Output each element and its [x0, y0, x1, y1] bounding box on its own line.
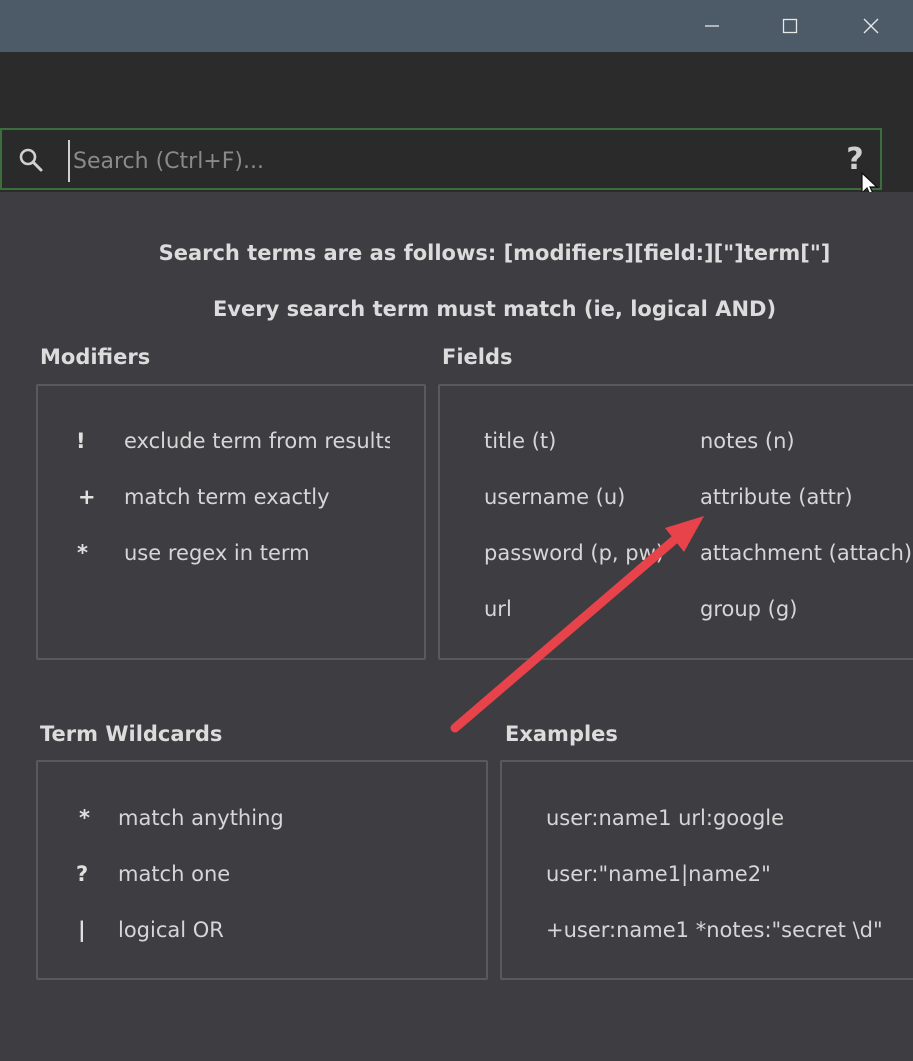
maximize-icon — [782, 18, 798, 34]
modifier-symbol: ! — [76, 429, 86, 453]
field-item: notes (n) — [700, 429, 795, 453]
wildcard-text: match one — [118, 862, 231, 886]
field-item: title (t) — [484, 429, 557, 453]
field-item: username (u) — [484, 485, 626, 509]
examples-box: user:name1 url:google user:"name1|name2"… — [500, 760, 913, 980]
modifiers-title: Modifiers — [40, 345, 151, 369]
fields-title: Fields — [442, 345, 513, 369]
example-item: user:"name1|name2" — [546, 862, 771, 886]
close-icon — [863, 18, 879, 34]
modifier-text: exclude term from results — [124, 429, 390, 453]
maximize-button[interactable] — [764, 0, 816, 52]
example-item: +user:name1 *notes:"secret \d" — [546, 918, 883, 942]
minimize-icon — [705, 25, 719, 27]
wildcard-symbol: ? — [76, 862, 89, 886]
modifiers-box: ! exclude term from results + match term… — [36, 384, 426, 660]
window-title-bar — [0, 0, 913, 52]
search-input[interactable] — [68, 140, 775, 182]
help-syntax-line: Search terms are as follows: [modifiers]… — [158, 241, 831, 265]
fields-box: title (t) username (u) password (p, pw) … — [438, 384, 913, 660]
field-item: attribute (attr) — [700, 485, 853, 509]
minimize-button[interactable] — [686, 0, 738, 52]
field-item: password (p, pw) — [484, 541, 664, 565]
wildcard-symbol: | — [78, 918, 86, 942]
close-button[interactable] — [845, 0, 897, 52]
search-help-panel: Search terms are as follows: [modifiers]… — [0, 192, 913, 1061]
field-item: attachment (attach) — [700, 541, 913, 565]
modifier-text: use regex in term — [124, 541, 310, 565]
wildcard-symbol: * — [79, 806, 90, 830]
search-bar: ? — [0, 128, 882, 190]
wildcards-title: Term Wildcards — [40, 722, 223, 746]
modifier-symbol: + — [78, 485, 96, 509]
help-logic-line: Every search term must match (ie, logica… — [212, 297, 777, 321]
modifier-text: match term exactly — [124, 485, 330, 509]
search-icon — [19, 148, 43, 172]
wildcards-box: * match anything ? match one | logical O… — [36, 760, 488, 980]
examples-title: Examples — [505, 722, 618, 746]
wildcard-text: logical OR — [118, 918, 224, 942]
field-item: group (g) — [700, 597, 798, 621]
field-item: url — [484, 597, 512, 621]
example-item: user:name1 url:google — [546, 806, 785, 830]
wildcard-text: match anything — [118, 806, 284, 830]
modifier-symbol: * — [77, 541, 88, 565]
